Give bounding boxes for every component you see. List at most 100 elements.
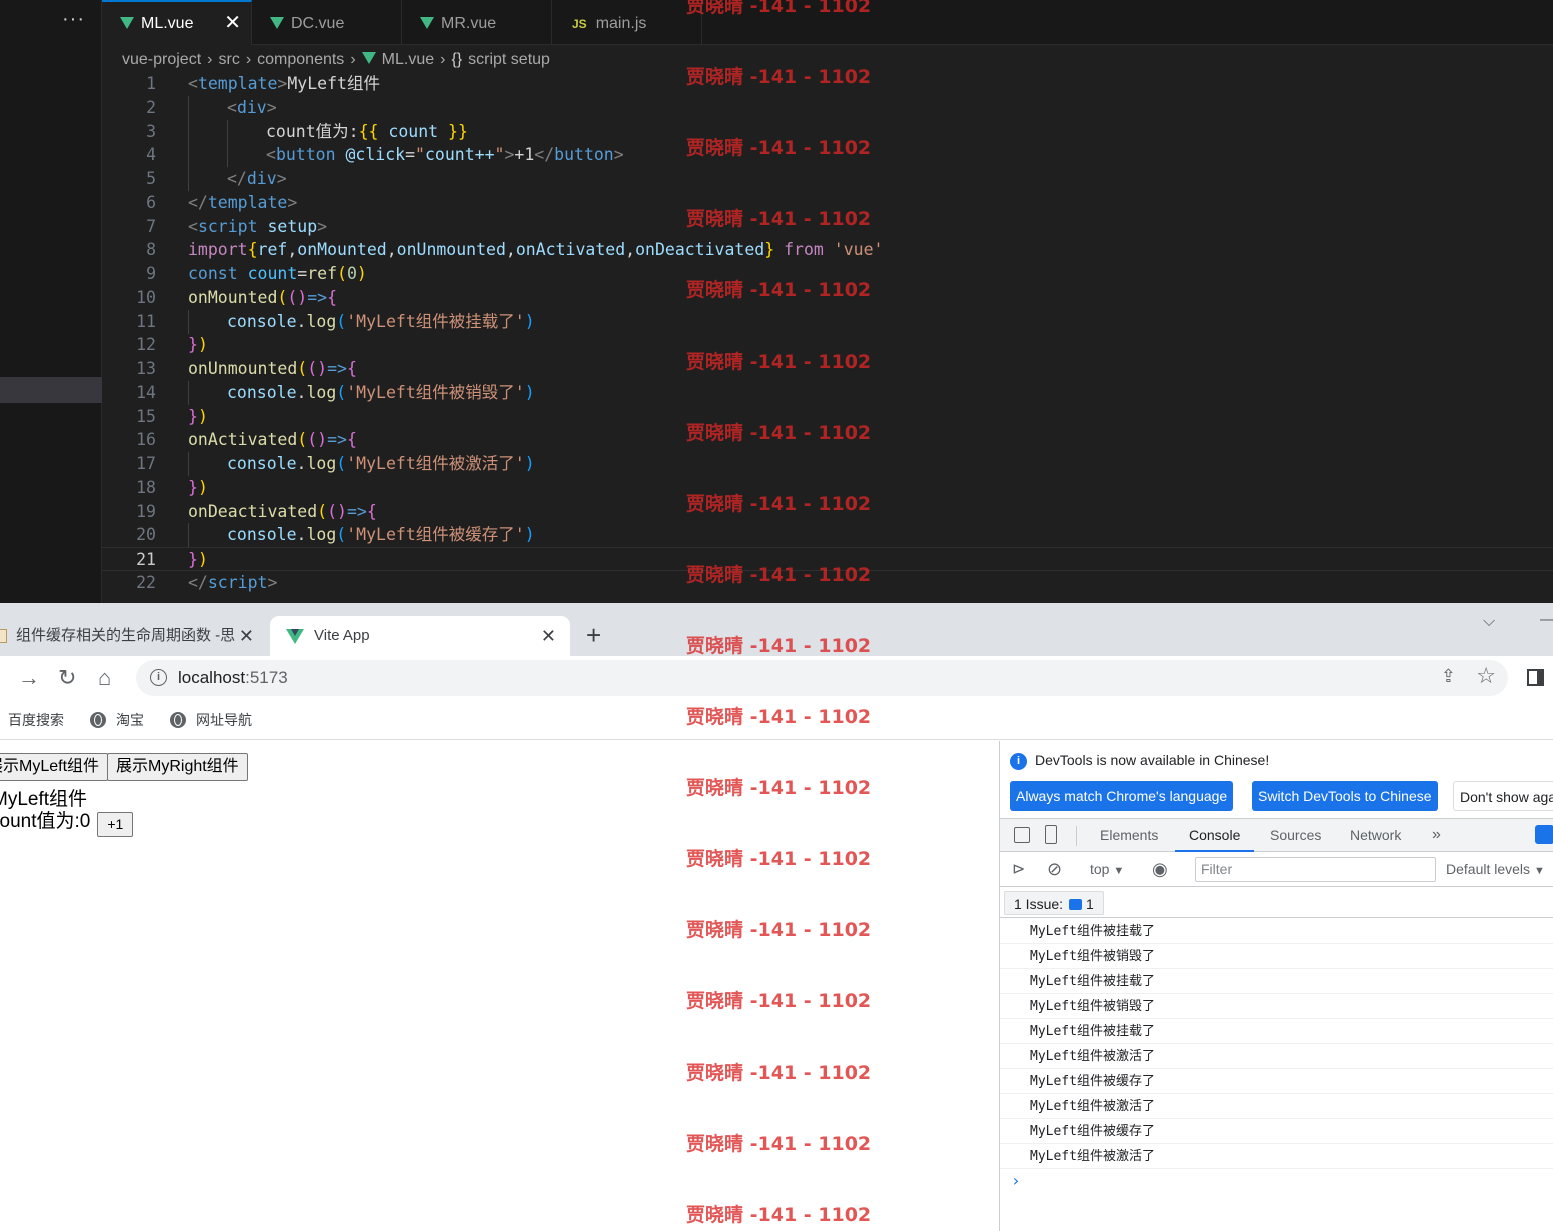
device-toolbar-icon[interactable] [1045, 825, 1057, 844]
code-text: console.log('MyLeft组件被挂载了') [227, 310, 535, 334]
close-tab-icon[interactable]: ✕ [541, 616, 556, 656]
inspect-element-icon[interactable] [1014, 827, 1030, 843]
increment-button[interactable]: +1 [97, 812, 134, 837]
code-line[interactable]: 20 console.log('MyLeft组件被缓存了') [102, 523, 1553, 548]
console-filter-input[interactable]: Filter [1195, 857, 1436, 882]
always-match-language-button[interactable]: Always match Chrome's language [1010, 781, 1234, 811]
code-area[interactable]: 1 <template>MyLeft组件 2 <div> 3 count值为:{{ cou… [102, 72, 1553, 603]
bookmark-star-icon[interactable]: ☆ [1476, 663, 1496, 689]
switch-to-chinese-button[interactable]: Switch DevTools to Chinese [1252, 781, 1438, 811]
breadcrumb-item[interactable]: script setup [468, 51, 550, 68]
dropdown-arrow-icon: ▼ [1113, 865, 1125, 877]
code-line[interactable]: 6 </template> [102, 191, 1553, 215]
indent-guide [188, 452, 189, 476]
show-myleft-button[interactable]: 展示MyLeft组件 [0, 753, 109, 781]
new-tab-icon[interactable]: + [586, 618, 601, 652]
vue-file-icon [270, 17, 284, 29]
code-line[interactable]: 5 </div> [102, 167, 1553, 191]
code-line[interactable]: 16 onActivated(()=>{ [102, 428, 1553, 452]
live-expression-eye-icon[interactable]: ◉ [1152, 853, 1168, 886]
console-sidebar-icon[interactable]: ⊳ [1012, 853, 1025, 886]
line-number: 19 [136, 501, 156, 521]
code-line[interactable]: 2 <div> [102, 95, 1553, 120]
bookmark-baidu[interactable]: 百度搜索 [8, 702, 64, 738]
close-tab-icon[interactable]: ✕ [224, 2, 241, 45]
bookmark-nav[interactable]: 网址导航 [170, 702, 252, 738]
indent-guide [188, 119, 189, 144]
site-info-icon[interactable]: i [150, 669, 167, 686]
tab-network[interactable]: Network [1350, 819, 1401, 851]
url-text[interactable]: localhost:5173 [178, 660, 288, 696]
browser-tab-doc[interactable]: 组件缓存相关的生命周期函数 -思 ✕ [0, 616, 268, 656]
close-tab-icon[interactable]: ✕ [239, 616, 254, 656]
reload-icon[interactable]: ↻ [58, 665, 76, 691]
line-number: 13 [136, 359, 156, 378]
code-line[interactable]: 21}) [102, 547, 1553, 571]
code-line[interactable]: 3 count值为:{{ count }} [102, 119, 1553, 144]
editor-tab-mr-vue[interactable]: MR.vue [402, 0, 552, 45]
dont-show-again-button[interactable]: Don't show again [1453, 781, 1553, 811]
code-token: log [306, 454, 337, 473]
code-line[interactable]: 15}) [102, 405, 1553, 429]
code-line[interactable]: 22 </script> [102, 571, 1553, 595]
code-token: } [188, 477, 198, 497]
issues-message-icon[interactable] [1535, 825, 1553, 844]
code-line[interactable]: 18}) [102, 476, 1553, 500]
code-token: template [207, 192, 288, 212]
code-line[interactable]: 9 const count=ref(0) [102, 262, 1553, 286]
show-myright-button[interactable]: 展示MyRight组件 [107, 753, 248, 781]
code-token: ) [524, 525, 535, 545]
infobar-message: DevTools is now available in Chinese! [1035, 752, 1270, 768]
code-line[interactable]: 10 onMounted(()=>{ [102, 286, 1553, 310]
code-token: onUnmounted [188, 359, 298, 378]
clear-console-icon[interactable]: ⊘ [1047, 853, 1062, 886]
forward-icon[interactable]: → [18, 665, 40, 691]
code-line[interactable]: 17 console.log('MyLeft组件被激活了') [102, 452, 1553, 476]
address-bar[interactable]: i localhost:5173 ⇪ ☆ [136, 660, 1508, 696]
code-line[interactable]: 11 console.log('MyLeft组件被挂载了') [102, 309, 1553, 334]
share-icon[interactable]: ⇪ [1441, 666, 1456, 687]
code-line[interactable]: 19 onDeactivated(()=>{ [102, 500, 1553, 524]
code-token: > [267, 572, 278, 592]
breadcrumb-item[interactable]: components [257, 51, 344, 68]
code-token: +1 [514, 145, 535, 165]
console-prompt[interactable]: › [1000, 1169, 1553, 1193]
tab-console[interactable]: Console [1175, 819, 1255, 852]
editor-tab-dc-vue[interactable]: DC.vue [252, 0, 402, 45]
code-line[interactable]: 14 console.log('MyLeft组件被销毁了') [102, 380, 1553, 405]
selected-explorer-item[interactable] [0, 377, 102, 403]
browser-tab-vite-app[interactable]: Vite App ✕ [270, 616, 570, 656]
code-text: onActivated(()=>{ [188, 428, 357, 452]
more-actions-icon[interactable]: ··· [62, 8, 85, 31]
vue-file-icon [420, 17, 434, 29]
chevron-right-icon: › [207, 51, 213, 68]
code-line[interactable]: 7 <script setup> [102, 215, 1553, 239]
breadcrumb-item[interactable]: ML.vue [382, 51, 434, 68]
editor-tab-ml-vue[interactable]: ML.vue ✕ [102, 0, 252, 45]
code-token: onDeactivated [635, 240, 765, 260]
code-line[interactable]: 1 <template>MyLeft组件 [102, 72, 1553, 96]
tab-search-icon[interactable]: ⌵ [1483, 613, 1495, 631]
code-line[interactable]: 8 import{ref,onMounted,onUnmounted,onActi… [102, 238, 1553, 262]
code-token: setup [267, 216, 318, 236]
code-line[interactable]: 4 <button @click="count++">+1</button> [102, 143, 1553, 168]
log-levels-dropdown[interactable]: Default levels ▼ [1446, 853, 1545, 888]
code-token: count值为: [266, 121, 359, 141]
more-tabs-icon[interactable]: » [1432, 819, 1441, 851]
code-token: log [306, 311, 337, 331]
code-line[interactable]: 12}) [102, 333, 1553, 357]
code-token: 'MyLeft组件被销毁了' [346, 382, 525, 402]
breadcrumb-item[interactable]: src [218, 51, 239, 68]
side-panel-icon[interactable] [1527, 669, 1544, 686]
issues-counter[interactable]: 1 Issue: 1 [1004, 891, 1104, 915]
context-selector[interactable]: top ▼ [1090, 853, 1124, 888]
tab-sources[interactable]: Sources [1270, 819, 1321, 851]
home-icon[interactable]: ⌂ [98, 665, 111, 691]
info-icon: i [1010, 753, 1027, 770]
minimize-icon[interactable]: — [1540, 611, 1553, 629]
bookmark-taobao[interactable]: 淘宝 [90, 702, 144, 738]
code-line[interactable]: 13 onUnmounted(()=>{ [102, 357, 1553, 381]
breadcrumb-item[interactable]: vue-project [122, 51, 201, 68]
editor-tab-main-js[interactable]: JS main.js [552, 0, 702, 45]
tab-elements[interactable]: Elements [1100, 819, 1158, 851]
